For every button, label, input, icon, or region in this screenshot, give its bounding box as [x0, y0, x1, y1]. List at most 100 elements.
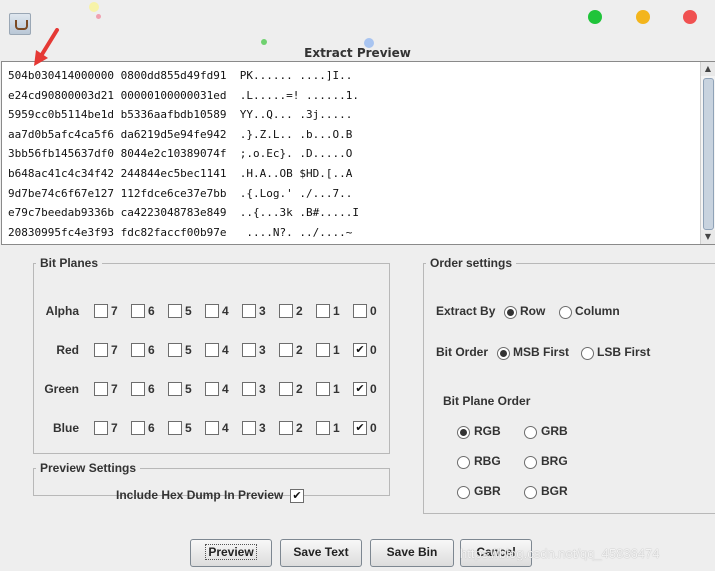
order-grb-label[interactable]: GRB [541, 423, 568, 439]
extract-by-row-radio[interactable] [504, 306, 517, 319]
close-button[interactable] [683, 10, 697, 24]
bit-checkbox-blue-7[interactable] [94, 421, 108, 435]
bit-checkbox-alpha-5[interactable] [168, 304, 182, 318]
bit-checkbox-red-6[interactable] [131, 343, 145, 357]
bit-checkbox-red-4[interactable] [205, 343, 219, 357]
scroll-thumb[interactable] [703, 78, 714, 230]
order-rbg-label[interactable]: RBG [474, 453, 501, 469]
decorative-dot [261, 39, 267, 45]
bit-number-label: 6 [148, 343, 155, 357]
bit-plane-order-label: Bit Plane Order [443, 394, 531, 408]
bit-checkbox-green-1[interactable] [316, 382, 330, 396]
bit-order-label: Bit Order [436, 345, 489, 359]
msb-first-radio[interactable] [497, 347, 510, 360]
extract-by-row-label[interactable]: Row [520, 303, 545, 319]
save-bin-button[interactable]: Save Bin [370, 539, 454, 567]
bit-checkbox-alpha-2[interactable] [279, 304, 293, 318]
bit-checkbox-green-0[interactable]: ✔ [353, 382, 367, 396]
bit-checkbox-red-5[interactable] [168, 343, 182, 357]
bit-planes-legend: Bit Planes [40, 256, 99, 270]
order-grb-radio[interactable] [524, 426, 537, 439]
order-gbr-label[interactable]: GBR [474, 483, 501, 499]
lsb-first-label[interactable]: LSB First [597, 344, 650, 360]
bit-number-label: 0 [370, 343, 377, 357]
bit-checkbox-red-0[interactable]: ✔ [353, 343, 367, 357]
bit-checkbox-red-7[interactable] [94, 343, 108, 357]
bit-number-label: 4 [222, 343, 229, 357]
extract-by-column-radio[interactable] [559, 306, 572, 319]
preview-settings-group: Preview Settings Include Hex Dump In Pre… [33, 461, 390, 503]
bit-number-label: 6 [148, 304, 155, 318]
bit-checkbox-green-3[interactable] [242, 382, 256, 396]
bit-checkbox-green-5[interactable] [168, 382, 182, 396]
order-rgb-radio[interactable] [457, 426, 470, 439]
title-bar [0, 0, 715, 40]
save-text-button[interactable]: Save Text [280, 539, 362, 567]
bit-checkbox-blue-6[interactable] [131, 421, 145, 435]
java-coffee-icon [9, 13, 31, 35]
hex-dump-label: Include Hex Dump In Preview [116, 488, 284, 502]
order-brg-radio[interactable] [524, 456, 537, 469]
order-rbg-radio[interactable] [457, 456, 470, 469]
bit-number-label: 0 [370, 421, 377, 435]
bit-checkbox-blue-0[interactable]: ✔ [353, 421, 367, 435]
bit-checkbox-alpha-1[interactable] [316, 304, 330, 318]
bit-plane-row-alpha: Alpha 7 6 5 4 3 2 1 0 [34, 301, 389, 321]
order-bgr-label[interactable]: BGR [541, 483, 568, 499]
minimize-button[interactable] [636, 10, 650, 24]
extract-by-column-label[interactable]: Column [575, 303, 620, 319]
bit-number-label: 4 [222, 421, 229, 435]
bit-number-label: 5 [185, 343, 192, 357]
order-settings-legend: Order settings [430, 256, 513, 270]
extract-by-label: Extract By [436, 304, 496, 318]
bit-checkbox-green-4[interactable] [205, 382, 219, 396]
bit-number-label: 1 [333, 382, 340, 396]
bit-checkbox-blue-4[interactable] [205, 421, 219, 435]
bit-number-label: 7 [111, 382, 118, 396]
bit-checkbox-green-6[interactable] [131, 382, 145, 396]
extract-preview-area[interactable]: 504b030414000000 0800dd855d49fd91 PK....… [1, 61, 715, 245]
bit-checkbox-alpha-0[interactable] [353, 304, 367, 318]
bit-number-label: 3 [259, 421, 266, 435]
order-settings-group: Order settings Extract By Row Column Bit… [423, 256, 715, 514]
bit-number-label: 6 [148, 382, 155, 396]
bit-checkbox-alpha-6[interactable] [131, 304, 145, 318]
order-bgr-radio[interactable] [524, 486, 537, 499]
bit-number-label: 5 [185, 421, 192, 435]
lsb-first-radio[interactable] [581, 347, 594, 360]
hex-preview-text[interactable]: 504b030414000000 0800dd855d49fd91 PK....… [8, 66, 698, 244]
bit-checkbox-alpha-3[interactable] [242, 304, 256, 318]
bit-number-label: 2 [296, 343, 303, 357]
bit-checkbox-blue-3[interactable] [242, 421, 256, 435]
msb-first-label[interactable]: MSB First [513, 344, 569, 360]
decorative-dot [89, 2, 99, 12]
bit-number-label: 1 [333, 304, 340, 318]
order-gbr-radio[interactable] [457, 486, 470, 499]
bit-checkbox-red-3[interactable] [242, 343, 256, 357]
scroll-down-arrow-icon[interactable]: ▼ [701, 230, 715, 244]
order-rgb-label[interactable]: RGB [474, 423, 501, 439]
bit-number-label: 7 [111, 304, 118, 318]
bit-plane-row-red: Red 7 6 5 4 3 2 1 ✔ 0 [34, 340, 389, 360]
bit-checkbox-alpha-4[interactable] [205, 304, 219, 318]
bit-checkbox-blue-5[interactable] [168, 421, 182, 435]
bit-checkbox-blue-1[interactable] [316, 421, 330, 435]
bit-number-label: 2 [296, 382, 303, 396]
bit-checkbox-green-7[interactable] [94, 382, 108, 396]
bit-number-label: 2 [296, 421, 303, 435]
preview-button-label: Preview [205, 544, 257, 560]
order-brg-label[interactable]: BRG [541, 453, 568, 469]
maximize-button[interactable] [588, 10, 602, 24]
bit-checkbox-green-2[interactable] [279, 382, 293, 396]
preview-scrollbar[interactable]: ▲ ▼ [700, 62, 715, 244]
scroll-up-arrow-icon[interactable]: ▲ [701, 62, 715, 76]
hex-dump-checkbox[interactable]: ✔ [290, 489, 304, 503]
bit-number-label: 3 [259, 304, 266, 318]
preview-button[interactable]: Preview [190, 539, 272, 567]
bit-checkbox-alpha-7[interactable] [94, 304, 108, 318]
bit-plane-label: Green [44, 382, 79, 396]
bit-checkbox-blue-2[interactable] [279, 421, 293, 435]
bit-checkbox-red-2[interactable] [279, 343, 293, 357]
bit-number-label: 3 [259, 382, 266, 396]
bit-checkbox-red-1[interactable] [316, 343, 330, 357]
